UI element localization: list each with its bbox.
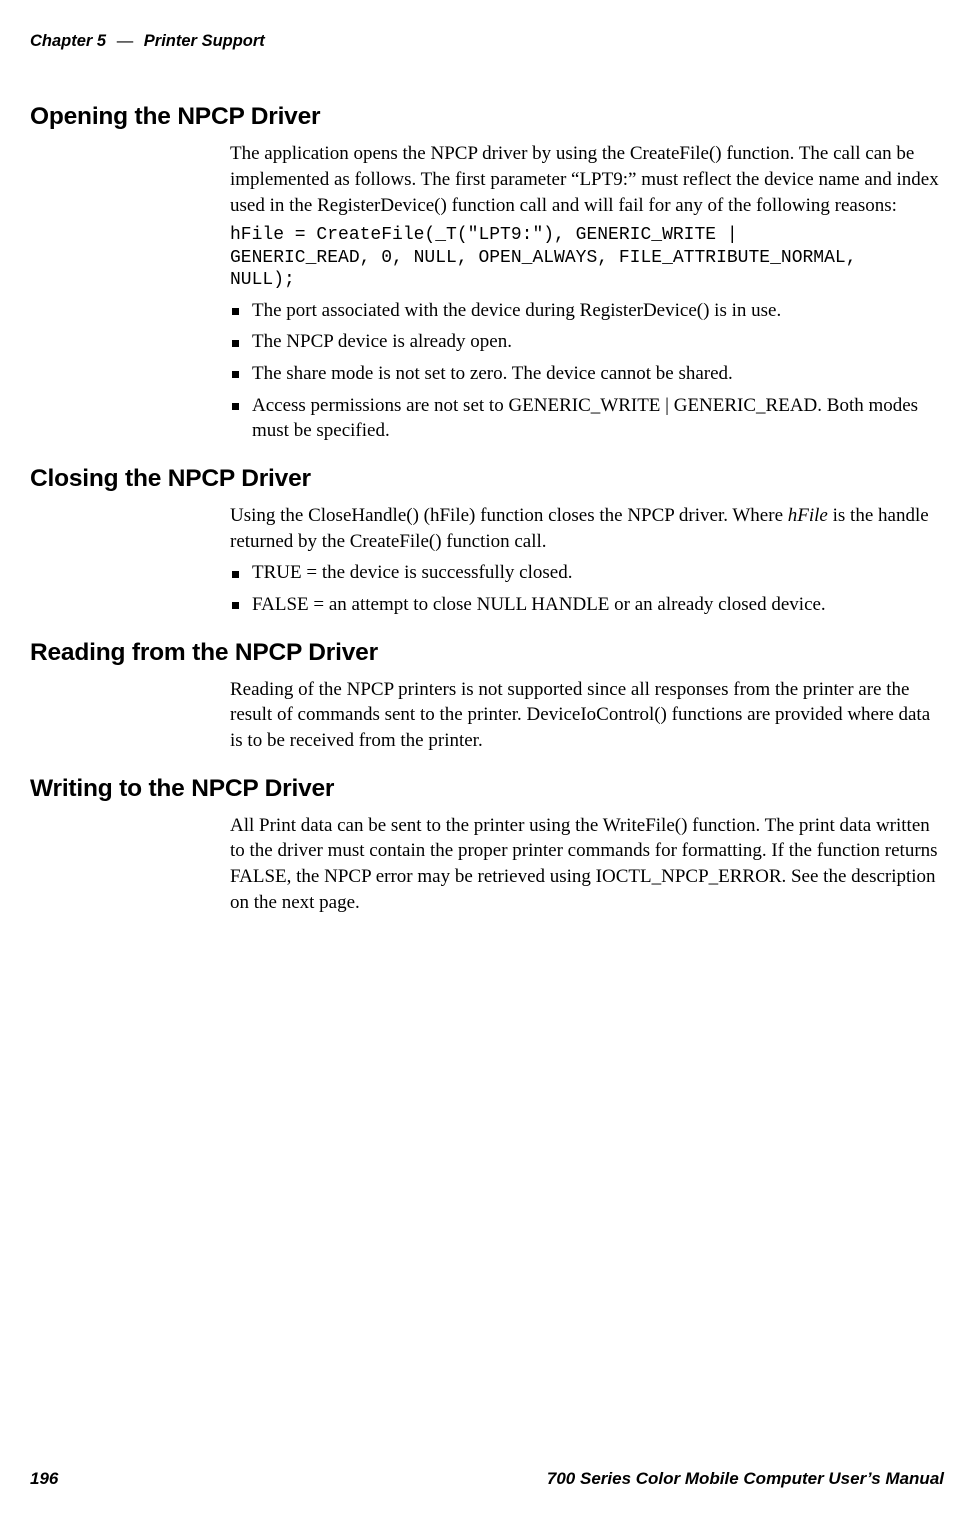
opening-intro: The application opens the NPCP driver by… bbox=[230, 141, 944, 218]
opening-code: hFile = CreateFile(_T("LPT9:"), GENERIC_… bbox=[230, 224, 944, 292]
page-number: 196 bbox=[30, 1468, 58, 1491]
writing-body: All Print data can be sent to the printe… bbox=[230, 813, 944, 916]
heading-opening: Opening the NPCP Driver bbox=[30, 100, 944, 133]
opening-bullets: The port associated with the device duri… bbox=[230, 298, 944, 444]
closing-intro-prefix: Using the CloseHandle() (hFile) function… bbox=[230, 505, 788, 526]
list-item: The NPCP device is already open. bbox=[230, 329, 944, 355]
list-item: FALSE = an attempt to close NULL HANDLE … bbox=[230, 592, 944, 618]
block-writing: All Print data can be sent to the printe… bbox=[230, 813, 944, 916]
header-separator: — bbox=[111, 32, 140, 50]
header-left: Chapter 5 — Printer Support bbox=[30, 30, 265, 52]
running-header: Chapter 5 — Printer Support bbox=[30, 30, 944, 52]
block-reading: Reading of the NPCP printers is not supp… bbox=[230, 677, 944, 754]
page: Chapter 5 — Printer Support Opening the … bbox=[0, 0, 974, 1519]
header-section-title: Printer Support bbox=[144, 32, 265, 50]
block-opening: The application opens the NPCP driver by… bbox=[230, 141, 944, 444]
list-item: TRUE = the device is successfully closed… bbox=[230, 560, 944, 586]
heading-closing: Closing the NPCP Driver bbox=[30, 462, 944, 495]
list-item: The port associated with the device duri… bbox=[230, 298, 944, 324]
running-footer: 196 700 Series Color Mobile Computer Use… bbox=[30, 1468, 944, 1491]
chapter-label: Chapter 5 bbox=[30, 32, 106, 50]
list-item: Access permissions are not set to GENERI… bbox=[230, 393, 944, 444]
list-item: The share mode is not set to zero. The d… bbox=[230, 361, 944, 387]
heading-reading: Reading from the NPCP Driver bbox=[30, 636, 944, 669]
manual-title: 700 Series Color Mobile Computer User’s … bbox=[547, 1468, 944, 1491]
closing-intro-italic: hFile bbox=[788, 505, 828, 526]
block-closing: Using the CloseHandle() (hFile) function… bbox=[230, 503, 944, 618]
reading-body: Reading of the NPCP printers is not supp… bbox=[230, 677, 944, 754]
closing-intro: Using the CloseHandle() (hFile) function… bbox=[230, 503, 944, 554]
heading-writing: Writing to the NPCP Driver bbox=[30, 772, 944, 805]
closing-bullets: TRUE = the device is successfully closed… bbox=[230, 560, 944, 617]
